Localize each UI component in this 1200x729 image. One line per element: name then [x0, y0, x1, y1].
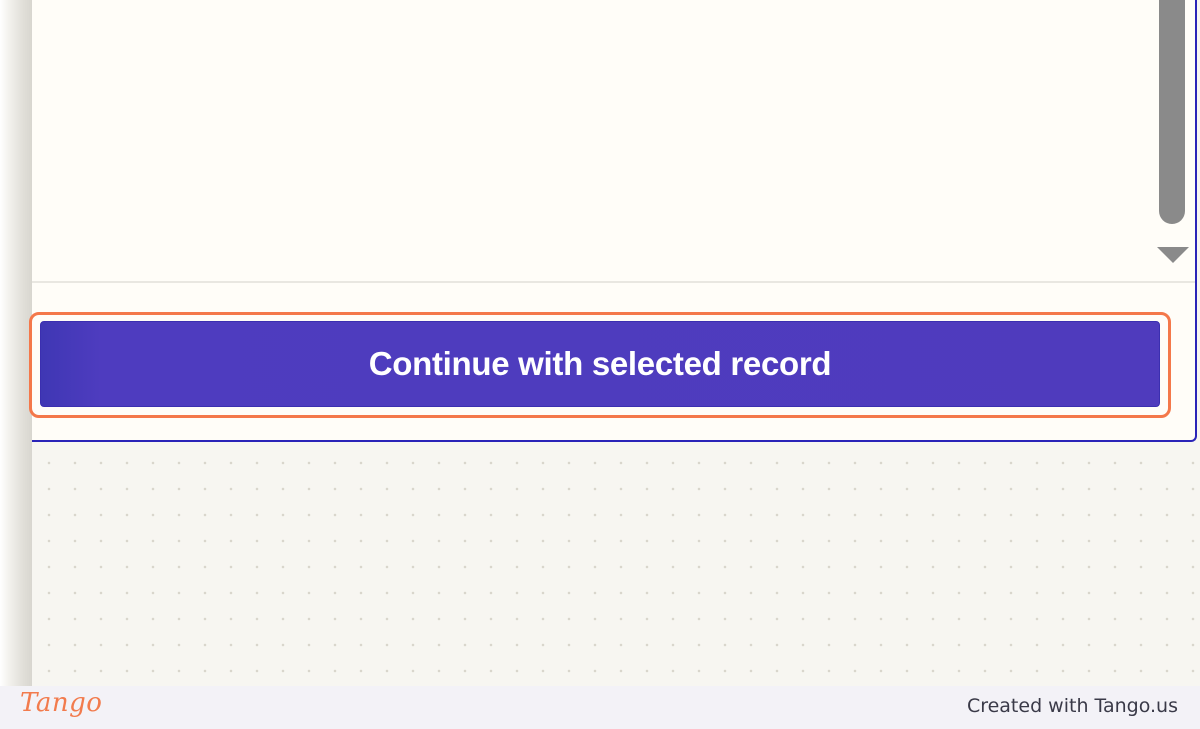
screenshot-frame: Continue with selected record Tango Crea… — [0, 0, 1200, 729]
continue-with-selected-record-button[interactable]: Continue with selected record — [40, 321, 1160, 407]
record-list-area[interactable] — [32, 0, 1195, 283]
scroll-down-arrow-icon[interactable] — [1157, 247, 1189, 263]
left-panel-shadow — [0, 0, 32, 686]
tango-logo[interactable]: Tango — [20, 688, 102, 718]
created-with-tango-text[interactable]: Created with Tango.us — [967, 695, 1178, 717]
tango-footer: Tango Created with Tango.us — [0, 686, 1200, 729]
scrollbar-thumb[interactable] — [1159, 0, 1185, 224]
